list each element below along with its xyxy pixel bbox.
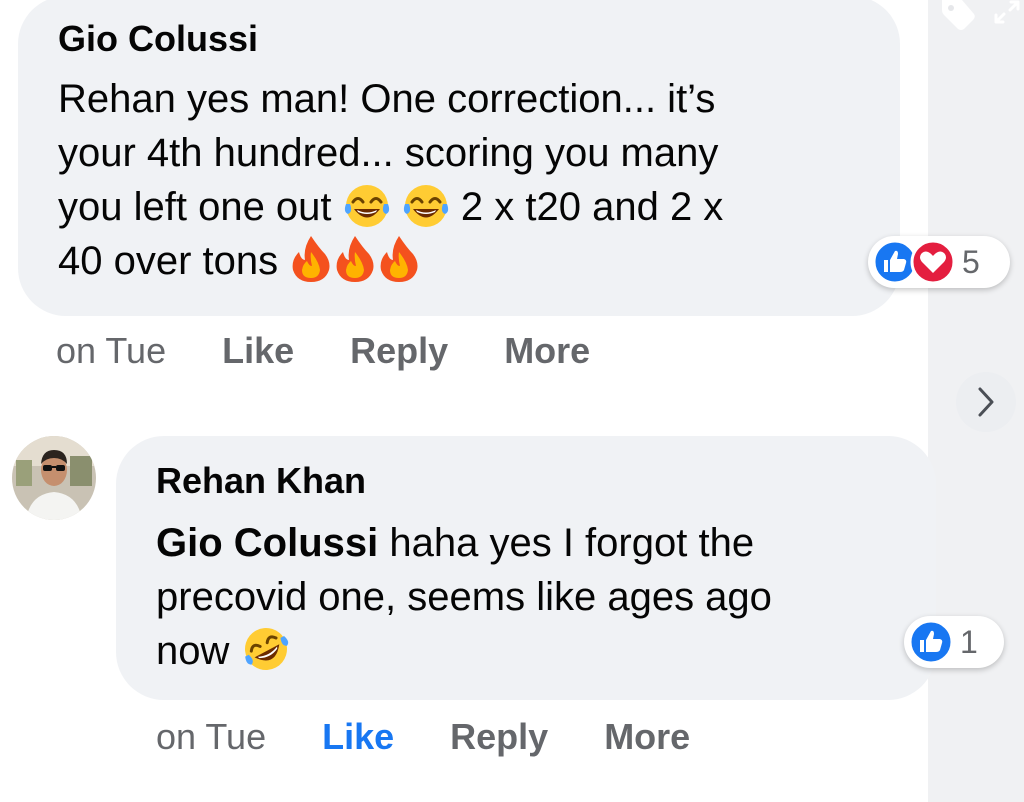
- like-button[interactable]: Like: [322, 716, 394, 758]
- next-button[interactable]: [956, 372, 1016, 432]
- tears-of-joy-emoji-icon: [344, 185, 389, 227]
- fire-emoji-icon: [292, 236, 330, 282]
- more-button[interactable]: More: [504, 330, 590, 372]
- tag-icon[interactable]: [936, 0, 976, 32]
- comment-timestamp[interactable]: on Tue: [156, 716, 266, 758]
- more-button[interactable]: More: [604, 716, 690, 758]
- like-reaction-icon: [908, 619, 954, 665]
- comment-bubble: Gio Colussi Rehan yes man! One correctio…: [18, 0, 900, 316]
- rolling-on-floor-laughing-emoji-icon: [244, 628, 288, 670]
- comment-text: Gio Colussi haha yes I forgot the precov…: [156, 516, 916, 678]
- love-reaction-icon: [910, 239, 956, 285]
- comment-line-text: 40 over tons: [58, 239, 290, 283]
- expand-icon[interactable]: [992, 0, 1022, 26]
- comment-line-text: haha yes I forgot the: [389, 521, 755, 565]
- comment-line: you left one out 2 x t20 and 2 x: [58, 180, 878, 234]
- comment-bubble: Rehan Khan Gio Colussi haha yes I forgot…: [116, 436, 936, 700]
- chevron-right-icon: [978, 387, 994, 417]
- comment-line: your 4th hundred... scoring you many: [58, 131, 719, 175]
- comment-line: now: [156, 624, 916, 678]
- reply-button[interactable]: Reply: [350, 330, 448, 372]
- comment-actions: on Tue Like Reply More: [56, 330, 590, 372]
- comment-text: Rehan yes man! One correction... it’s yo…: [58, 72, 878, 288]
- reaction-summary[interactable]: 1: [904, 616, 1004, 668]
- comment-line: 40 over tons: [58, 234, 878, 288]
- comment-author[interactable]: Gio Colussi: [58, 18, 258, 60]
- reply-button[interactable]: Reply: [450, 716, 548, 758]
- comment-actions: on Tue Like Reply More: [156, 716, 690, 758]
- avatar[interactable]: [12, 436, 96, 520]
- comment-timestamp[interactable]: on Tue: [56, 330, 166, 372]
- mention-link[interactable]: Gio Colussi: [156, 521, 378, 565]
- comment-line-text: you left one out: [58, 185, 343, 229]
- reaction-count: 5: [962, 243, 980, 280]
- reaction-summary[interactable]: 5: [868, 236, 1010, 288]
- comment-line-text: 2 x t20 and 2 x: [460, 185, 724, 229]
- comment-line: precovid one, seems like ages ago: [156, 575, 772, 619]
- comment-line: Gio Colussi haha yes I forgot the: [156, 516, 916, 570]
- fire-emoji-icon: [380, 236, 418, 282]
- tears-of-joy-emoji-icon: [403, 185, 448, 227]
- like-button[interactable]: Like: [222, 330, 294, 372]
- fire-emoji-icon: [336, 236, 374, 282]
- comment-line: Rehan yes man! One correction... it’s: [58, 77, 716, 121]
- comment-line-text: now: [156, 629, 241, 673]
- comment-author[interactable]: Rehan Khan: [156, 460, 366, 502]
- reaction-count: 1: [960, 623, 978, 660]
